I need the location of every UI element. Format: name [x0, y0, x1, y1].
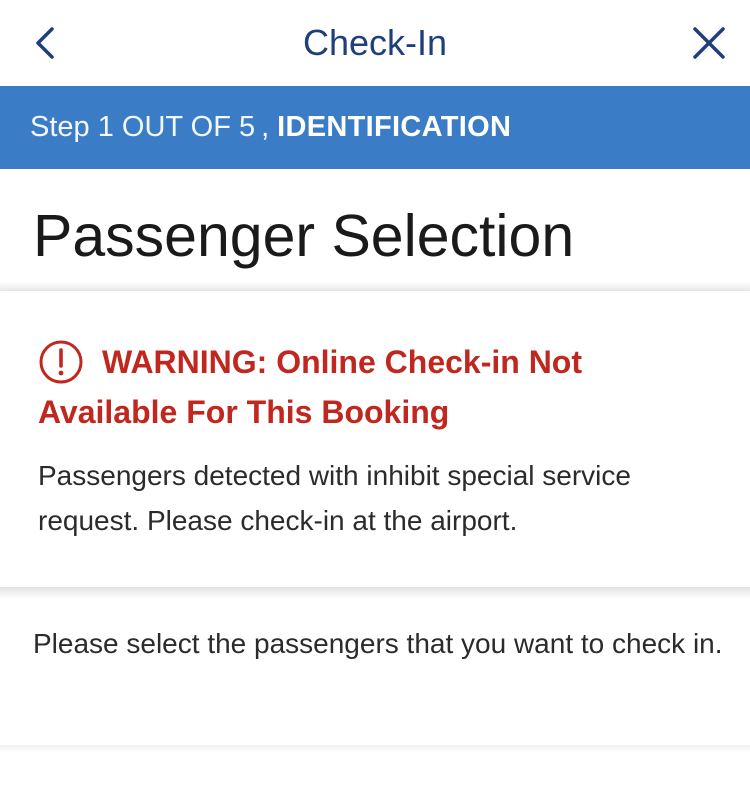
section-divider [0, 587, 750, 599]
app-header: Check-In [0, 0, 750, 86]
section-divider [0, 745, 750, 753]
section-divider [0, 281, 750, 291]
header-title: Check-In [302, 22, 448, 63]
close-button[interactable] [684, 18, 734, 68]
warning-title: WARNING: Online Check-in Not Available F… [38, 344, 582, 430]
close-icon [693, 27, 725, 59]
step-name: IDENTIFICATION [277, 111, 512, 143]
page-title: Passenger Selection [33, 203, 575, 269]
passenger-selection-instruction: Please select the passengers that you wa… [33, 628, 723, 659]
step-progress-bar: Step 1 OUT OF 5 , IDENTIFICATION [0, 86, 750, 169]
step-counter: Step 1 OUT OF 5 [30, 111, 256, 143]
warning-message: Passengers detected with inhibit special… [38, 460, 631, 536]
step-separator: , [261, 111, 270, 143]
